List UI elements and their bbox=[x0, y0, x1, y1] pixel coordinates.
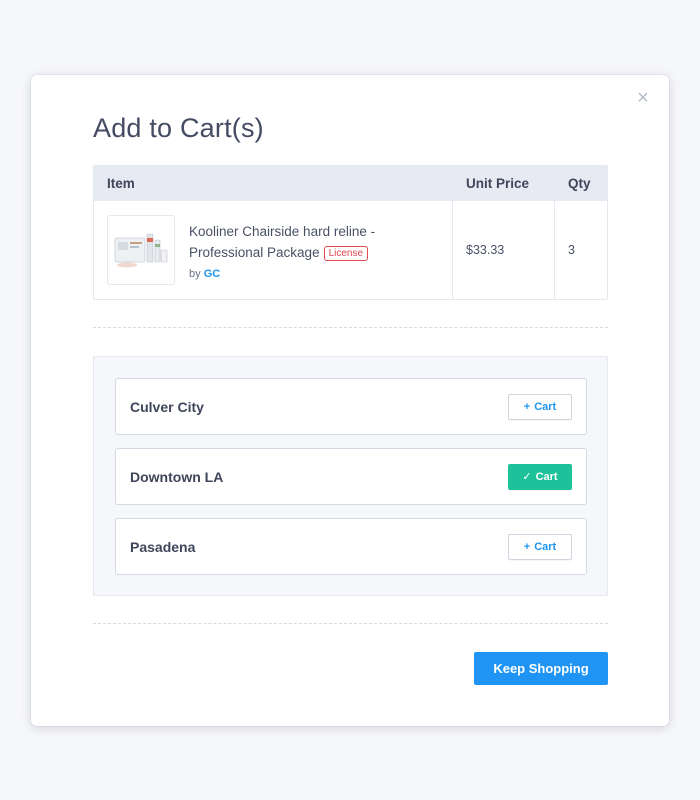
plus-icon: + bbox=[523, 540, 531, 553]
license-badge: License bbox=[323, 245, 369, 261]
product: Kooliner Chairside hard reline - Profess… bbox=[107, 215, 389, 285]
header-unit-price: Unit Price bbox=[453, 166, 555, 201]
table-row: Kooliner Chairside hard reline - Profess… bbox=[94, 201, 607, 299]
keep-shopping-button[interactable]: Keep Shopping bbox=[474, 652, 608, 685]
location-row-pasadena: Pasadena + Cart bbox=[115, 518, 587, 575]
add-to-cart-modal: × Add to Cart(s) Item Unit Price Qty Koo… bbox=[31, 75, 669, 726]
divider-top bbox=[93, 327, 608, 328]
unit-price-cell: $33.33 bbox=[453, 201, 555, 299]
product-brand-line: by GC bbox=[189, 268, 389, 280]
add-to-cart-button-culver-city[interactable]: + Cart bbox=[508, 393, 572, 420]
item-cell: Kooliner Chairside hard reline - Profess… bbox=[94, 201, 453, 299]
added-to-cart-button-downtown-la[interactable]: ✓ Cart bbox=[508, 463, 572, 490]
page-backdrop: × Add to Cart(s) Item Unit Price Qty Koo… bbox=[0, 0, 700, 800]
qty-cell: 3 bbox=[568, 243, 575, 257]
header-item: Item bbox=[94, 166, 453, 201]
table-header: Item Unit Price Qty bbox=[94, 166, 607, 201]
check-icon: ✓ bbox=[522, 471, 532, 483]
location-name: Pasadena bbox=[130, 538, 196, 555]
brand-link[interactable]: GC bbox=[204, 268, 221, 280]
product-name-line: Kooliner Chairside hard reline - Profess… bbox=[189, 221, 389, 263]
product-image-graphic bbox=[114, 233, 168, 268]
plus-icon: + bbox=[523, 400, 531, 413]
product-image[interactable] bbox=[107, 215, 175, 285]
close-icon[interactable]: × bbox=[633, 88, 653, 108]
product-info: Kooliner Chairside hard reline - Profess… bbox=[189, 221, 389, 280]
modal-title: Add to Cart(s) bbox=[93, 113, 264, 143]
item-table: Item Unit Price Qty Kooliner Chairside h… bbox=[93, 165, 608, 300]
divider-bottom bbox=[93, 623, 608, 624]
location-row-culver-city: Culver City + Cart bbox=[115, 378, 587, 435]
brand-prefix: by bbox=[189, 267, 201, 280]
locations-panel: Culver City + Cart Downtown LA ✓ Cart Pa… bbox=[93, 356, 608, 596]
cart-button-label: Cart bbox=[535, 470, 558, 483]
cart-button-label: Cart bbox=[534, 540, 557, 553]
header-qty: Qty bbox=[568, 176, 591, 191]
location-name: Downtown LA bbox=[130, 468, 224, 485]
cart-button-label: Cart bbox=[534, 400, 557, 413]
location-name: Culver City bbox=[130, 398, 204, 415]
location-row-downtown-la: Downtown LA ✓ Cart bbox=[115, 448, 587, 505]
add-to-cart-button-pasadena[interactable]: + Cart bbox=[508, 533, 572, 560]
